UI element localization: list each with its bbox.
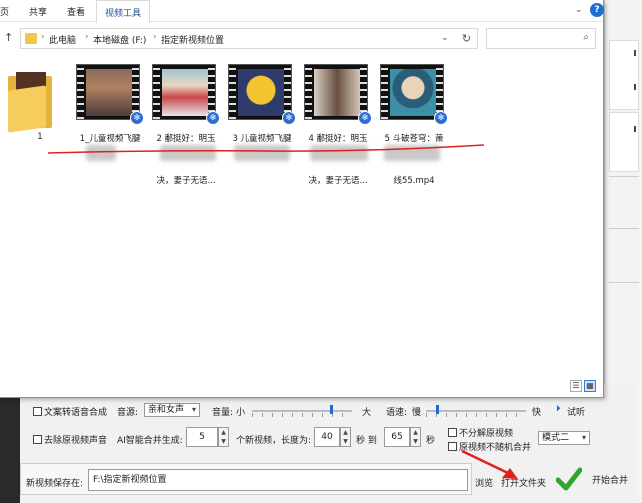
help-icon[interactable]: ?	[590, 3, 604, 17]
details-view-icon[interactable]: ☰	[570, 380, 582, 392]
remove-audio-checkbox-label: 去除原视频声音	[44, 436, 108, 446]
save-path-field[interactable]: F:\指定新视频位置	[88, 469, 468, 491]
mode-select-value: 模式二	[542, 433, 570, 443]
tab-view[interactable]: 查看	[67, 5, 85, 18]
video-file-name-line2: 决，妻子无语...	[156, 176, 216, 186]
chevron-down-icon[interactable]: ⌄	[441, 33, 449, 43]
volume-min-label: 小	[236, 408, 246, 418]
video-thumbnail	[380, 64, 444, 120]
chevron-down-icon[interactable]: ⌄	[575, 5, 583, 15]
tts-checkbox-label: 文案转语音合成	[44, 408, 108, 418]
max-length-value: 65	[391, 432, 403, 442]
file-list: 1 ✻ 1_儿童视频飞腱 ✻ 2 鄱挺好：明玉 决，妻子无语... ✻ 3 儿童…	[0, 56, 604, 376]
folder-icon	[25, 33, 37, 44]
address-bar-row: ↑ › 此电脑 › 本地磁盘 (F:) › 指定新视频位置 ⌄ ↻ ⌕	[0, 26, 604, 50]
volume-max-label: 大	[362, 408, 372, 418]
seconds-to-label: 秒 到	[356, 436, 377, 446]
refresh-icon[interactable]: ↻	[456, 28, 478, 49]
video-thumbnail	[304, 64, 368, 120]
video-player-icon: ✻	[282, 111, 296, 125]
video-count-suffix: 个新视频，长度为:	[236, 436, 312, 446]
start-merge-check-icon[interactable]	[556, 466, 582, 492]
voice-select-value: 亲和女声	[148, 405, 185, 415]
remove-audio-checkbox-box[interactable]	[33, 435, 42, 444]
video-thumbnail	[76, 64, 140, 120]
video-file-name-line2: 决，妻子无语...	[308, 176, 368, 186]
video-player-icon: ✻	[434, 111, 448, 125]
video-player-icon: ✻	[206, 111, 220, 125]
search-icon: ⌕	[583, 32, 589, 43]
video-player-icon: ✻	[358, 111, 372, 125]
annotation-arrow	[461, 449, 518, 479]
speed-min-label: 慢	[412, 408, 422, 418]
ribbon-tabs: 页 共享 查看 视频工具 ⌄ ?	[0, 0, 604, 23]
speed-slider-track[interactable]	[426, 410, 526, 412]
breadcrumb-separator: ›	[41, 32, 45, 42]
chevron-down-icon: ▾	[581, 433, 586, 442]
annotation-red-line	[47, 144, 485, 154]
breadcrumb-local-disk[interactable]: 本地磁盘 (F:)	[93, 33, 146, 46]
tts-checkbox-box[interactable]	[33, 407, 42, 416]
volume-slider-ticks	[252, 413, 352, 417]
folder-name: 1	[37, 132, 43, 142]
voice-select[interactable]: 亲和女声 ▾	[144, 403, 200, 417]
mode-select[interactable]: 模式二 ▾	[538, 431, 590, 445]
tab-video-tools[interactable]: 视频工具	[96, 0, 151, 23]
no-split-checkbox[interactable]: 不分解原视频	[448, 426, 513, 439]
view-toggle: ☰ ▦	[568, 380, 596, 392]
volume-slider-handle[interactable]	[330, 405, 333, 414]
chevron-down-icon: ▾	[191, 405, 196, 414]
address-bar[interactable]: › 此电脑 › 本地磁盘 (F:) › 指定新视频位置 ⌄	[20, 28, 460, 49]
remove-audio-checkbox[interactable]: 去除原视频声音	[33, 433, 107, 446]
play-icon[interactable]: ⏵	[556, 404, 561, 414]
breadcrumb-this-pc[interactable]: 此电脑	[49, 33, 76, 46]
video-file-name-line2: 线55.mp4	[393, 176, 435, 186]
ai-merge-label: AI智能合并生成:	[117, 436, 183, 446]
no-split-checkbox-label: 不分解原视频	[459, 429, 514, 439]
speed-slider-ticks	[426, 413, 526, 417]
no-random-checkbox-box[interactable]	[448, 442, 457, 451]
video-player-icon: ✻	[130, 111, 144, 125]
listen-label[interactable]: 试听	[567, 405, 585, 418]
min-length-stepper[interactable]: ▲ ▼	[340, 427, 351, 447]
voice-label: 音源:	[117, 408, 139, 418]
min-length-value: 40	[321, 432, 333, 442]
video-thumbnail	[228, 64, 292, 120]
tts-checkbox[interactable]: 文案转语音合成	[33, 405, 107, 418]
breadcrumb-separator: ›	[85, 32, 89, 42]
video-count-input[interactable]: 5 ▲ ▼	[186, 427, 229, 447]
start-merge-button[interactable]: 开始合并	[592, 473, 628, 486]
folder-icon	[8, 72, 54, 133]
up-arrow-icon[interactable]: ↑	[4, 31, 13, 44]
max-length-input[interactable]: 65 ▲ ▼	[384, 427, 421, 447]
volume-slider-track[interactable]	[252, 410, 352, 412]
breadcrumb-target-folder[interactable]: 指定新视频位置	[161, 33, 224, 46]
breadcrumb-separator: ›	[153, 32, 157, 42]
large-icons-view-icon[interactable]: ▦	[584, 380, 596, 392]
seconds-label: 秒	[426, 436, 436, 446]
no-split-checkbox-box[interactable]	[448, 428, 457, 437]
video-count-stepper[interactable]: ▲ ▼	[218, 427, 229, 447]
file-explorer-window: 页 共享 查看 视频工具 ⌄ ? ↑ › 此电脑 › 本地磁盘 (F:) › 指…	[0, 0, 604, 398]
tab-page[interactable]: 页	[0, 5, 9, 18]
video-count-value: 5	[199, 432, 205, 442]
max-length-stepper[interactable]: ▲ ▼	[410, 427, 421, 447]
volume-label: 音量:	[212, 408, 234, 418]
speed-label: 语速:	[386, 408, 408, 418]
speed-max-label: 快	[532, 408, 542, 418]
tab-share[interactable]: 共享	[29, 5, 47, 18]
search-input[interactable]: ⌕	[486, 28, 596, 49]
min-length-input[interactable]: 40 ▲ ▼	[314, 427, 351, 447]
save-location-label: 新视频保存在:	[26, 479, 84, 489]
speed-slider-handle[interactable]	[436, 405, 439, 414]
video-thumbnail	[152, 64, 216, 120]
